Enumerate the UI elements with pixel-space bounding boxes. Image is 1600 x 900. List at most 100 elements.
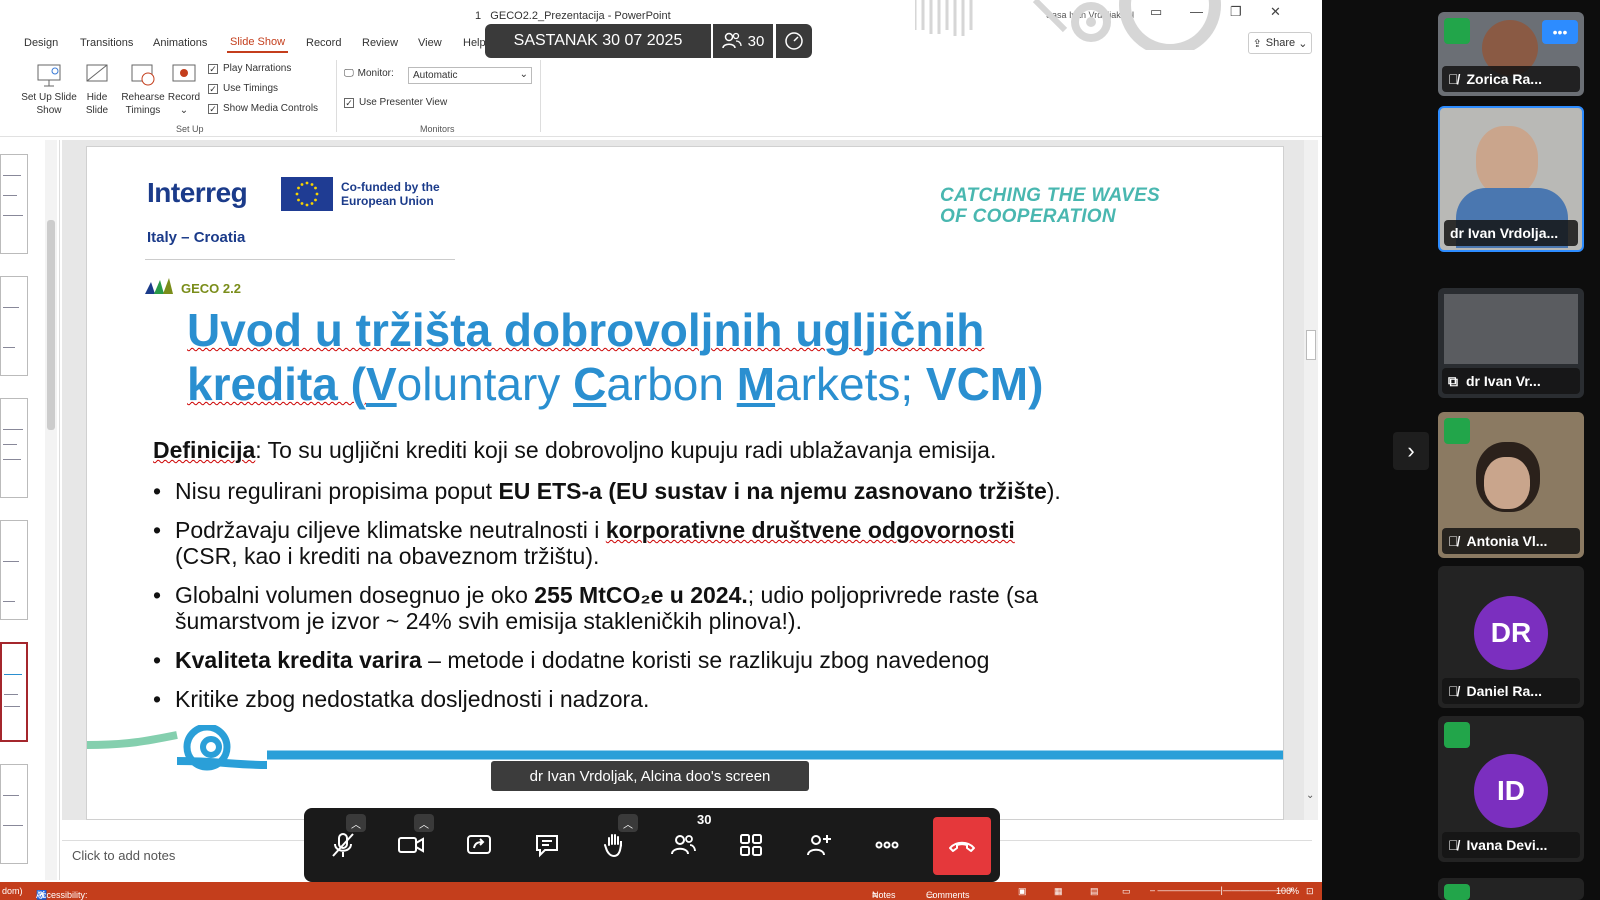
tab-help[interactable]: Help (463, 37, 486, 49)
more-icon (875, 841, 899, 849)
close-icon[interactable]: ✕ (1270, 4, 1281, 20)
zoom-slider[interactable]: – ———————|——————— + (1150, 885, 1294, 895)
invite-button[interactable] (790, 808, 848, 882)
fit-to-window-icon[interactable]: ⊡ (1306, 886, 1314, 897)
chat-button[interactable] (518, 808, 576, 882)
record-button[interactable]: Record ⌄ (166, 61, 202, 117)
play-narrations-checkbox[interactable]: ✓ Play Narrations (208, 63, 291, 74)
participant-tile-screen[interactable]: ⧉ dr Ivan Vr... (1438, 288, 1584, 398)
group-setup-label: Set Up (176, 124, 204, 134)
ribbon-divider (336, 60, 337, 132)
reactions-caret[interactable]: ︿ (618, 814, 638, 832)
monitor-select[interactable]: Automatic ⌄ (408, 67, 532, 84)
microphone-muted-icon: 🎙̸ (1448, 71, 1459, 87)
share-screen-button[interactable] (450, 808, 508, 882)
slide-canvas[interactable]: Interreg Co-funded by the European Union… (86, 146, 1284, 820)
meeting-title[interactable]: SASTANAK 30 07 2025 (485, 24, 711, 58)
signal-icon (1444, 722, 1470, 748)
bullet-item: Globalni volumen dosegnuo je oko 255 MtC… (153, 582, 1233, 634)
tab-animations[interactable]: Animations (153, 37, 207, 49)
participant-tile[interactable]: DR 🎙̸ Daniel Ra... (1438, 566, 1584, 708)
use-presenter-view-checkbox[interactable]: ✓ Use Presenter View (344, 97, 447, 108)
scrollbar-thumb[interactable] (1306, 330, 1316, 360)
participant-name: 🎙̸ Ivana Devi... (1442, 832, 1580, 858)
participant-tile[interactable]: ••• 🎙̸ Zorica Ra... (1438, 12, 1584, 96)
gallery-next-button[interactable]: › (1393, 432, 1429, 470)
meeting-toolbar: ︿ ︿ ︿ 30 (304, 808, 1000, 882)
notes-placeholder: Click to add notes (72, 848, 176, 863)
slide-thumbnail[interactable] (0, 398, 28, 498)
participant-tile[interactable]: ID 🎙̸ Ivana Devi... (1438, 716, 1584, 862)
more-button[interactable] (858, 808, 916, 882)
rehearse-timings-button[interactable]: Rehearse Timings (118, 61, 168, 117)
tab-view[interactable]: View (418, 37, 442, 49)
share-icon: ⇪ (1252, 37, 1262, 50)
tab-slide-show[interactable]: Slide Show (227, 36, 289, 53)
tab-record[interactable]: Record (306, 37, 341, 49)
share-button[interactable]: ⇪ Share ⌄ (1248, 32, 1312, 54)
participant-name: 🎙̸ Zorica Ra... (1442, 66, 1580, 92)
bullet-item: Nisu regulirani propisima poput EU ETS-a… (153, 478, 1233, 504)
window-title: 1 GECO2.2_Prezentacija - PowerPoint (475, 10, 671, 22)
participant-name: 🎙̸ Daniel Ra... (1442, 678, 1580, 704)
setup-slideshow-icon (37, 64, 61, 87)
participants-badge: 30 (697, 812, 712, 827)
checkbox-check-icon: ✓ (208, 63, 218, 74)
zoom-level[interactable]: 106% (1276, 886, 1299, 896)
leave-meeting-button[interactable] (933, 817, 991, 875)
participant-name: 🎙̸ Antonia Vl... (1442, 528, 1580, 554)
slide-thumbnail[interactable] (0, 276, 28, 376)
connection-speed-indicator[interactable] (776, 24, 812, 58)
microphone-muted-icon: 🎙̸ (1448, 683, 1459, 699)
setup-slideshow-button[interactable]: Set Up Slide Show (20, 61, 78, 117)
tab-transitions[interactable]: Transitions (80, 37, 133, 49)
participant-video (1476, 126, 1538, 196)
participant-tile-active-speaker[interactable]: dr Ivan Vrdolja... (1438, 106, 1584, 252)
reading-view-icon[interactable]: ▤ (1090, 886, 1099, 897)
slideshow-view-icon[interactable]: ▭ (1122, 886, 1131, 897)
hide-slide-button[interactable]: Hide Slide (78, 61, 116, 117)
apps-button[interactable] (722, 808, 780, 882)
monitor-label: 🖵 Monitor: (344, 68, 394, 79)
slide-sorter-icon[interactable]: ▦ (1054, 886, 1063, 897)
header-divider (145, 259, 455, 260)
participants-indicator[interactable]: 30 (713, 24, 773, 58)
audio-options-caret[interactable]: ︿ (346, 814, 366, 832)
video-camera-icon (398, 837, 424, 853)
checkbox-check-icon: ✓ (208, 83, 218, 94)
checkbox-check-icon: ✓ (344, 97, 354, 108)
normal-view-icon[interactable]: ▣ (1018, 886, 1027, 897)
gauge-icon (785, 32, 803, 50)
chevron-right-icon: › (1407, 438, 1415, 463)
screen: 1 GECO2.2_Prezentacija - PowerPoint Sasa… (0, 0, 1600, 900)
slide-scrollbar[interactable]: ⌄ (1304, 140, 1318, 820)
ribbon-divider (540, 60, 541, 132)
thumbnails-scrollbar[interactable] (45, 140, 57, 880)
scrollbar-thumb[interactable] (47, 220, 55, 430)
show-media-controls-checkbox[interactable]: ✓ Show Media Controls (208, 103, 318, 114)
slide-thumbnail[interactable] (0, 154, 28, 254)
scroll-down-icon[interactable]: ⌄ (1306, 790, 1314, 801)
interreg-logo: Interreg (147, 177, 248, 208)
geco-logo-icon (145, 278, 173, 294)
group-monitors-label: Monitors (420, 124, 455, 134)
screen-thumbnail (1444, 294, 1578, 364)
signal-icon (1444, 884, 1470, 900)
more-options-icon[interactable]: ••• (1542, 20, 1578, 44)
slide-thumbnail[interactable] (0, 764, 28, 864)
monitor-icon: 🖵 (344, 68, 354, 79)
slide-thumbnail[interactable] (0, 520, 28, 620)
tab-review[interactable]: Review (362, 37, 398, 49)
screen-share-icon: ⧉ (1448, 372, 1458, 389)
participant-tile[interactable]: 🎙̸ Antonia Vl... (1438, 412, 1584, 558)
signal-icon (1444, 18, 1470, 44)
rehearse-timings-icon (131, 64, 155, 86)
chevron-up-icon: ︿ (419, 819, 429, 831)
bullet-item: Kvaliteta kredita varira – metode i doda… (153, 647, 1233, 673)
tab-design[interactable]: Design (24, 37, 58, 49)
use-timings-checkbox[interactable]: ✓ Use Timings (208, 83, 278, 94)
slide-thumbnail-selected[interactable] (0, 642, 28, 742)
participant-tile[interactable] (1438, 878, 1584, 900)
chevron-down-icon: ⌄ (519, 69, 528, 80)
video-options-caret[interactable]: ︿ (414, 814, 434, 832)
